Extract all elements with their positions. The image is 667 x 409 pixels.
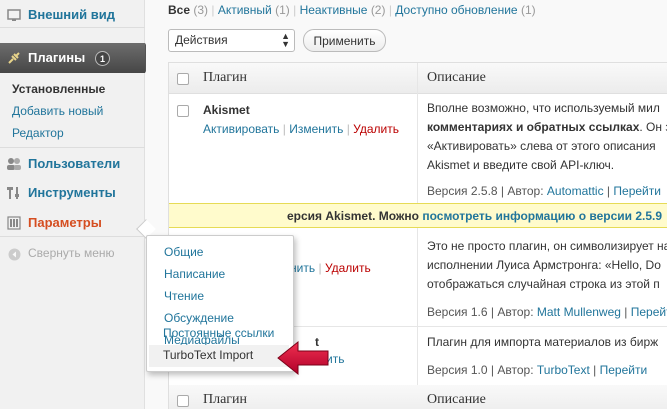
filter-update-count: (1): [520, 3, 536, 17]
plugin-description: Вполне возможно, что используемый мил ко…: [427, 99, 667, 175]
filter-inactive[interactable]: Неактивные: [300, 3, 368, 17]
description-text: . Он з: [639, 120, 667, 134]
plug-icon: [6, 50, 22, 66]
bulk-actions-value: Действия: [175, 33, 228, 47]
plugin-status-filters: Все (3) | Активный (1) | Неактивные (2) …: [168, 3, 536, 17]
sidebar-item-appearance[interactable]: Внешний вид: [0, 2, 145, 28]
bulk-actions-select[interactable]: Действия ▲ ▼: [168, 29, 295, 52]
flyout-item-discussion[interactable]: Обсуждение: [164, 311, 234, 325]
filter-update-available[interactable]: Доступно обновление: [395, 3, 517, 17]
plugin-site-link[interactable]: Перейти: [631, 305, 667, 319]
notice-text: ерсия Akismet. Можно: [287, 209, 419, 223]
edit-link[interactable]: Изменить: [289, 122, 343, 136]
author-label: Автор:: [497, 363, 534, 377]
plugin-site-link[interactable]: Перейти: [613, 184, 661, 198]
tools-icon: [6, 185, 22, 201]
filter-inactive-count: (2): [370, 3, 386, 17]
sidebar-item-tools[interactable]: Инструменты: [0, 180, 145, 206]
column-plugin[interactable]: Плагин: [203, 392, 247, 408]
delete-link[interactable]: Удалить: [325, 261, 371, 275]
users-icon: [6, 156, 22, 172]
table-header: Плагин Описание: [169, 63, 667, 94]
description-line: комментариях и обратных ссылках. Он з: [427, 118, 667, 137]
flyout-item-writing[interactable]: Написание: [164, 267, 225, 281]
select-arrows-icon: ▲ ▼: [281, 31, 290, 49]
red-arrow-annotation: [277, 340, 329, 376]
sidebar-item-label: Инструменты: [28, 185, 116, 200]
collapse-arrow-icon: [6, 246, 22, 262]
description-line: отображаться случайная строка из этой п: [427, 277, 660, 291]
collapse-menu-label: Свернуть меню: [28, 246, 115, 260]
flyout-item-turbotext-import[interactable]: TurboText Import: [149, 345, 289, 367]
row-checkbox[interactable]: [177, 105, 189, 117]
activate-link[interactable]: Активировать: [203, 122, 279, 136]
update-notice: ерсия Akismet. Можно посмотреть информац…: [169, 203, 667, 228]
column-plugin[interactable]: Плагин: [203, 70, 247, 86]
author-link[interactable]: TurboText: [537, 363, 590, 377]
select-all-checkbox[interactable]: [177, 395, 189, 407]
author-label: Автор:: [507, 184, 544, 198]
flyout-item-permalinks[interactable]: Постоянные ссылки: [163, 326, 274, 340]
sidebar-item-label: Плагины: [28, 50, 86, 65]
column-divider: [417, 63, 418, 409]
submenu-installed[interactable]: Установленные: [12, 82, 105, 96]
version: Версия 2.5.8: [427, 184, 498, 198]
description-line: Вполне возможно, что используемый мил: [427, 101, 660, 115]
divider: [0, 147, 145, 148]
description-line: Akismet и введите свой API-ключ.: [427, 158, 615, 172]
view-version-details-link[interactable]: посмотреть информацию о версии 2.5.9: [422, 209, 662, 223]
update-count-badge: 1: [95, 51, 110, 66]
author-label: Автор:: [497, 305, 534, 319]
select-all-checkbox[interactable]: [177, 73, 189, 85]
column-description[interactable]: Описание: [427, 70, 486, 86]
version: Версия 1.0: [427, 363, 488, 377]
plugin-meta: Версия 1.0 | Автор: TurboText | Перейти: [427, 363, 648, 377]
plugin-description: Плагин для импорта материалов из бирж: [427, 333, 667, 352]
collapse-menu-button[interactable]: Свернуть меню: [0, 241, 145, 267]
settings-icon: [6, 215, 22, 231]
apply-button[interactable]: Применить: [303, 29, 386, 52]
author-link[interactable]: Matt Mullenweg: [537, 305, 621, 319]
plugin-description: Это не просто плагин, он символизирует н…: [427, 237, 667, 294]
sidebar-item-label: Пользователи: [28, 156, 121, 171]
sidebar-item-users[interactable]: Пользователи: [0, 151, 145, 177]
submenu-add-new[interactable]: Добавить новый: [12, 104, 103, 118]
description-line: «Активировать» слева от этого описания: [427, 139, 656, 153]
author-link[interactable]: Automattic: [547, 184, 604, 198]
divider: [0, 236, 145, 237]
filter-all-count: (3): [193, 3, 209, 17]
sidebar-item-plugins[interactable]: Плагины 1: [0, 43, 145, 73]
sidebar-item-label: Параметры: [28, 215, 102, 230]
description-line: исполнении Луиса Армстронга: «Hello, Do: [427, 258, 661, 272]
column-description[interactable]: Описание: [427, 392, 486, 408]
sidebar-item-label: Внешний вид: [28, 7, 115, 22]
row-actions: Активировать | Изменить | Удалить: [203, 122, 399, 136]
filter-all[interactable]: Все: [168, 3, 190, 17]
filter-active[interactable]: Активный: [218, 3, 272, 17]
appearance-icon: [6, 7, 22, 23]
description-line: Это не просто плагин, он символизирует н…: [427, 239, 667, 253]
version: Версия 1.6: [427, 305, 488, 319]
delete-link[interactable]: Удалить: [353, 122, 399, 136]
flyout-item-general[interactable]: Общие: [164, 245, 203, 259]
wp-admin-plugins-screen: Внешний вид Плагины 1 Установленные Доба…: [0, 0, 667, 409]
table-footer: Плагин Описание: [169, 385, 667, 409]
flyout-item-label: TurboText Import: [163, 348, 254, 362]
flyout-item-reading[interactable]: Чтение: [164, 289, 204, 303]
update-notice-text: ерсия Akismet. Можно посмотреть информац…: [287, 209, 662, 223]
submenu-editor[interactable]: Редактор: [12, 126, 64, 140]
description-bold: комментариях и обратных ссылках: [427, 120, 640, 134]
sidebar-item-settings[interactable]: Параметры: [0, 210, 145, 236]
description-line: Плагин для импорта материалов из бирж: [427, 335, 659, 349]
filter-active-count: (1): [275, 3, 290, 17]
plugin-site-link[interactable]: Перейти: [600, 363, 648, 377]
plugin-meta: Версия 2.5.8 | Автор: Automattic | Перей…: [427, 184, 661, 198]
plugin-name: Akismet: [203, 103, 250, 117]
admin-sidebar: Внешний вид Плагины 1 Установленные Доба…: [0, 0, 153, 409]
plugin-meta: Версия 1.6 | Автор: Matt Mullenweg | Пер…: [427, 305, 667, 319]
